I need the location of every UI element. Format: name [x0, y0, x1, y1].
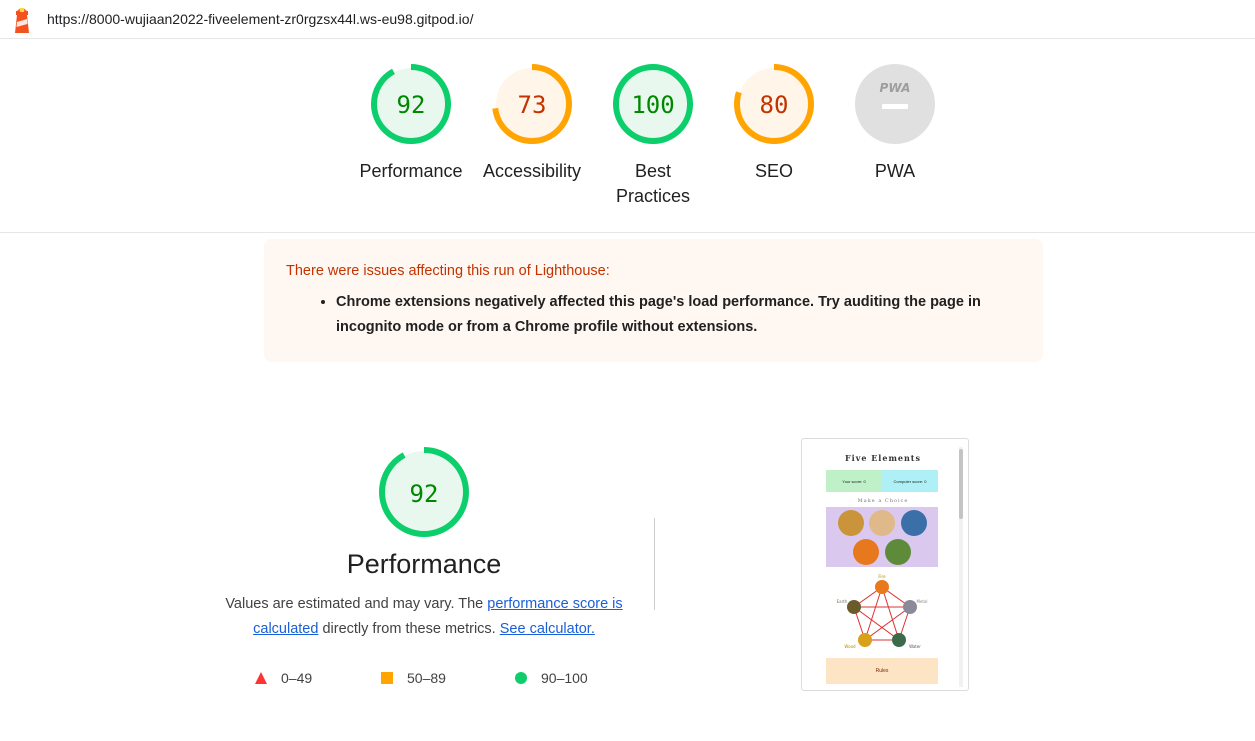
triangle-icon: [255, 672, 267, 684]
see-calculator-link[interactable]: See calculator.: [500, 621, 595, 637]
gauge-seo[interactable]: 80 SEO: [714, 63, 834, 184]
address-bar: https://8000-wujiaan2022-fiveelement-zr0…: [0, 0, 1255, 39]
gauge-performance[interactable]: 92 Performance: [351, 63, 471, 184]
warning-title: There were issues affecting this run of …: [286, 263, 610, 279]
pwa-icon: PWA: [855, 64, 935, 144]
performance-gauge-ring: 92: [371, 64, 451, 144]
screenshot-title: Five Elements: [844, 453, 922, 463]
performance-title: Performance: [346, 549, 502, 579]
header-divider: [0, 232, 1255, 233]
seo-gauge-ring: 80: [734, 64, 814, 144]
performance-section: 92 Performance Values are estimated and …: [196, 445, 652, 642]
lighthouse-logo-icon: [15, 8, 29, 33]
choice-box: [826, 507, 938, 567]
gauge-score: 80: [760, 91, 789, 119]
page-screenshot[interactable]: Five Elements Your score: 0 Computer sco…: [801, 438, 969, 691]
best-practices-gauge-ring: 100: [613, 64, 693, 144]
gauge-score: 73: [518, 91, 547, 119]
rules-button: Rules: [826, 658, 938, 684]
score-legend: 0–49 50–89 90–100: [250, 670, 650, 690]
gauge-score: 100: [631, 91, 674, 119]
diagram-label-earth: Earth: [837, 599, 848, 604]
pwa-badge-text: PWA: [880, 81, 911, 95]
performance-description: Values are estimated and may vary. The p…: [196, 592, 652, 642]
desc-prefix: Values are estimated and may vary. The: [225, 596, 488, 612]
gauge-accessibility[interactable]: 73 Accessibility: [472, 63, 592, 184]
legend-fail: 0–49: [255, 670, 312, 686]
computer-score: Computer score: 0: [882, 470, 938, 492]
square-icon: [381, 672, 393, 684]
element-images: [838, 510, 927, 565]
section-divider: [654, 518, 655, 610]
desc-middle: directly from these metrics.: [318, 621, 500, 637]
gauge-best-practices[interactable]: 100 Best Practices: [593, 63, 713, 209]
legend-range: 90–100: [541, 670, 588, 686]
gauge-label: Accessibility: [482, 161, 582, 181]
legend-range: 50–89: [407, 670, 446, 686]
performance-score: 92: [410, 480, 439, 508]
page-url[interactable]: https://8000-wujiaan2022-fiveelement-zr0…: [47, 11, 473, 27]
warning-box: There were issues affecting this run of …: [264, 239, 1043, 362]
diagram-label-metal: Metal: [916, 599, 927, 604]
screenshot-scores: Your score: 0 Computer score: 0: [826, 470, 938, 492]
warning-item: Chrome extensions negatively affected th…: [336, 290, 1021, 340]
gauge-label: PWA: [874, 161, 916, 181]
screenshot-scroll-thumb: [959, 449, 963, 519]
choice-label: Make a Choice: [857, 498, 909, 504]
legend-range: 0–49: [281, 670, 313, 686]
legend-average: 50–89: [381, 670, 446, 686]
diagram-label-water: Water: [909, 644, 921, 649]
gauge-label: Best Practices: [593, 159, 713, 209]
performance-big-gauge: 92: [379, 447, 469, 537]
gauge-label-line1: Best: [634, 161, 672, 181]
accessibility-gauge-ring: 73: [492, 64, 572, 144]
your-score: Your score: 0: [826, 470, 882, 492]
gauge-label: SEO: [754, 161, 793, 181]
diagram-label-fire: Fire: [878, 574, 886, 579]
gauge-score: 92: [397, 91, 426, 119]
diagram-label-wood: Wood: [844, 644, 856, 649]
five-elements-diagram: Fire Metal Water Wood Earth: [837, 574, 928, 649]
gauge-label-line2: Practices: [615, 186, 691, 206]
circle-icon: [515, 672, 527, 684]
legend-pass: 90–100: [515, 670, 588, 686]
warning-list: Chrome extensions negatively affected th…: [286, 290, 1021, 340]
gauge-label: Performance: [359, 161, 463, 181]
gauge-pwa[interactable]: PWA PWA: [835, 63, 955, 184]
